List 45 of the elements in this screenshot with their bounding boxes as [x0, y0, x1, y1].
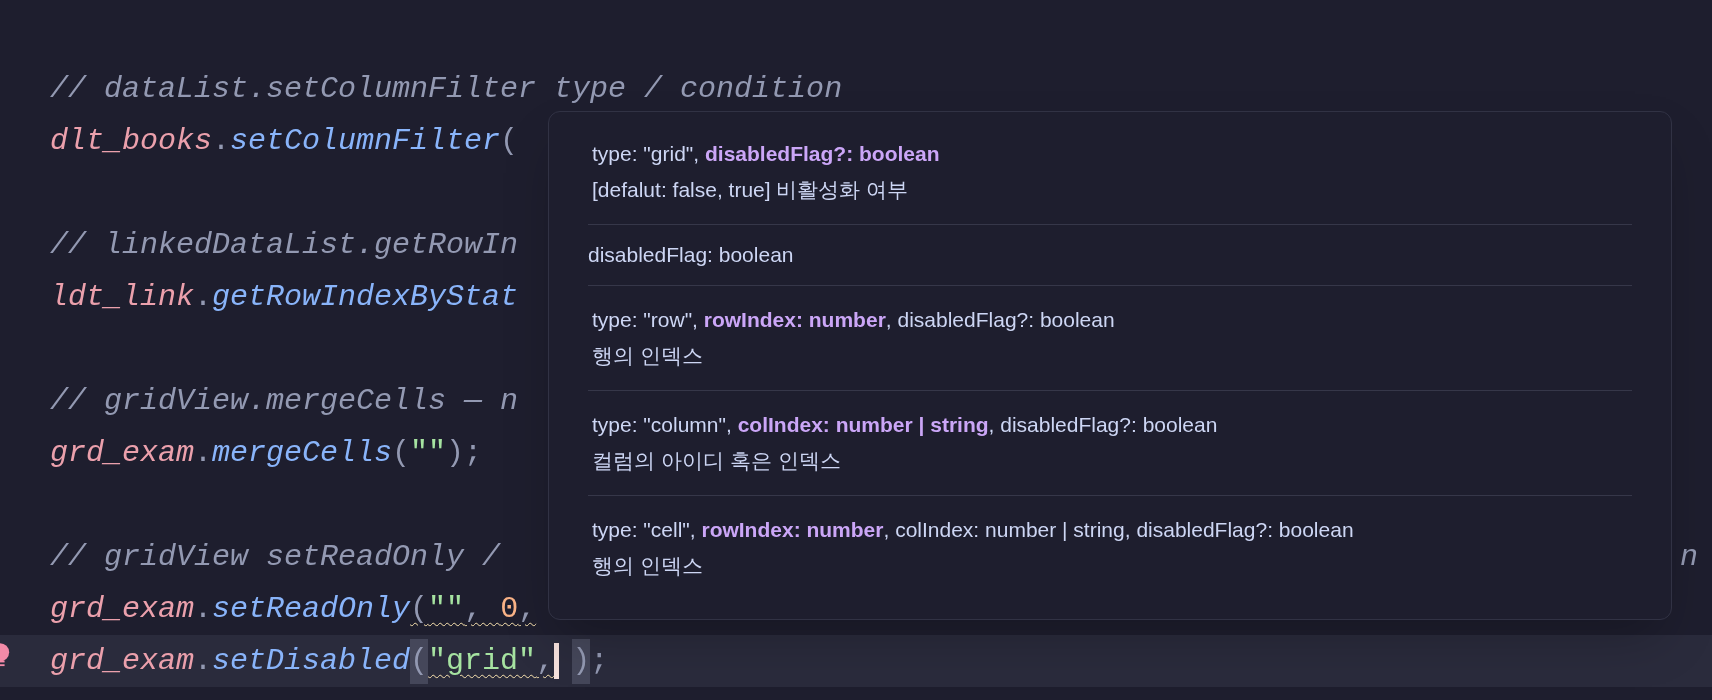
- code-variable: grd_exam: [50, 642, 195, 680]
- matched-bracket: ): [572, 638, 591, 684]
- code-punctuation: .: [194, 590, 213, 628]
- code-method: mergeCells: [212, 434, 393, 472]
- code-method: getRowIndexByStat: [212, 278, 519, 316]
- code-comment: // gridView setReadOnly /: [50, 538, 501, 576]
- code-comment: // gridView.mergeCells — n: [50, 382, 519, 420]
- code-punctuation: ;: [590, 642, 609, 680]
- code-punctuation: (: [500, 122, 519, 160]
- code-punctuation: .: [194, 642, 213, 680]
- overload-signature: type: "column", colIndex: number | string, disabledFlag?: boolean: [592, 412, 1219, 438]
- code-comment: n: [1680, 538, 1698, 576]
- code-variable: grd_exam: [50, 590, 195, 628]
- overload-description: [defalut: false, true] 비활성화 여부: [592, 177, 910, 203]
- overload-signature: type: "grid", disabledFlag?: boolean: [592, 141, 941, 167]
- code-string: "grid": [428, 642, 537, 680]
- overload-description: 컬럼의 아이디 혹은 인덱스: [592, 448, 842, 474]
- overload-description: 행의 인덱스: [592, 553, 704, 579]
- matched-bracket: (: [410, 638, 429, 684]
- code-comment: // dataList.setColumnFilter type / condition: [50, 70, 843, 108]
- code-variable: grd_exam: [50, 434, 195, 472]
- code-string: "": [428, 590, 465, 628]
- code-variable: ldt_link: [50, 278, 195, 316]
- code-punctuation: );: [446, 434, 483, 472]
- code-comment: // linkedDataList.getRowIn: [50, 226, 519, 264]
- code-punctuation: ,: [518, 590, 537, 628]
- code-string: "": [410, 434, 447, 472]
- code-punctuation: .: [194, 278, 213, 316]
- code-punctuation: ,: [464, 590, 484, 628]
- lightbulb-icon[interactable]: [0, 643, 11, 669]
- code-variable: dlt_books: [50, 122, 213, 160]
- code-punctuation: .: [194, 434, 213, 472]
- code-punctuation: ,: [536, 642, 555, 680]
- code-punctuation: (: [410, 590, 429, 628]
- code-punctuation: .: [212, 122, 231, 160]
- code-punctuation: (: [392, 434, 411, 472]
- code-method: setDisabled: [212, 642, 411, 680]
- parameter-signature: disabledFlag: boolean: [588, 242, 795, 268]
- code-method: setColumnFilter: [230, 122, 501, 160]
- overload-signature: type: "row", rowIndex: number, disabledFlag?: boolean: [592, 307, 1116, 333]
- overload-description: 행의 인덱스: [592, 343, 704, 369]
- code-number: 0: [500, 590, 519, 628]
- code-method: setReadOnly: [212, 590, 411, 628]
- text-cursor: [554, 643, 560, 679]
- overload-signature: type: "cell", rowIndex: number, colIndex: number | string, disabledFlag?: boolean: [592, 517, 1355, 543]
